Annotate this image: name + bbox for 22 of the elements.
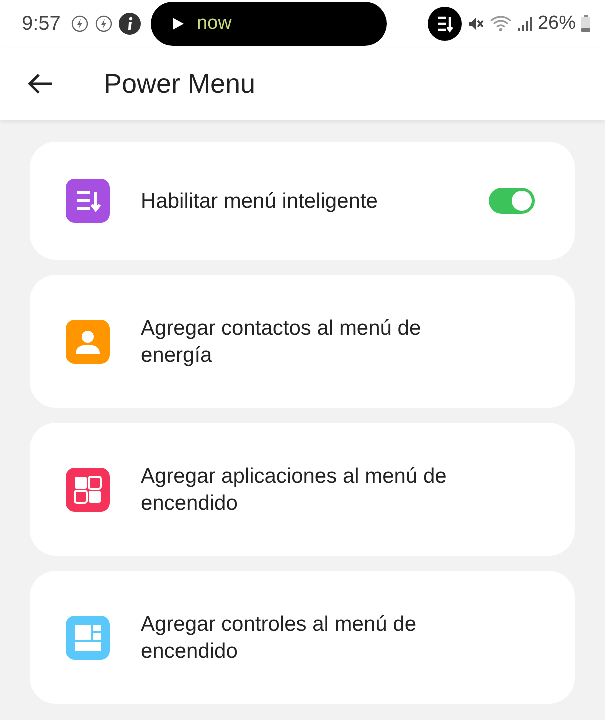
menu-icon (428, 7, 462, 41)
battery-percent: 26% (538, 13, 576, 35)
charging-icon (94, 15, 113, 33)
settings-card[interactable]: Agregar contactos al menú de energía (30, 275, 575, 408)
settings-card[interactable]: Habilitar menú inteligente (30, 142, 575, 260)
page-title: Power Menu (104, 68, 256, 100)
status-time: 9:57 (22, 12, 61, 36)
setting-label: Agregar contactos al menú de energía (141, 316, 422, 368)
wifi-icon (490, 15, 512, 33)
settings-card[interactable]: Agregar controles al menú de encendido (30, 571, 575, 704)
media-pill[interactable]: now (150, 2, 387, 46)
play-icon (170, 17, 185, 31)
setting-label: Agregar controles al menú de encendido (141, 612, 418, 664)
info-icon (118, 13, 141, 35)
signal-icon (516, 16, 533, 32)
setting-label: Agregar aplicaciones al menú de encendido (141, 464, 448, 516)
battery-icon (581, 15, 591, 33)
setting-label: Habilitar menú inteligente (141, 188, 379, 214)
toggle-switch[interactable] (489, 188, 535, 214)
back-arrow-icon (28, 73, 54, 95)
charging-icon (70, 15, 89, 33)
settings-card[interactable]: Agregar aplicaciones al menú de encendido (30, 423, 575, 556)
